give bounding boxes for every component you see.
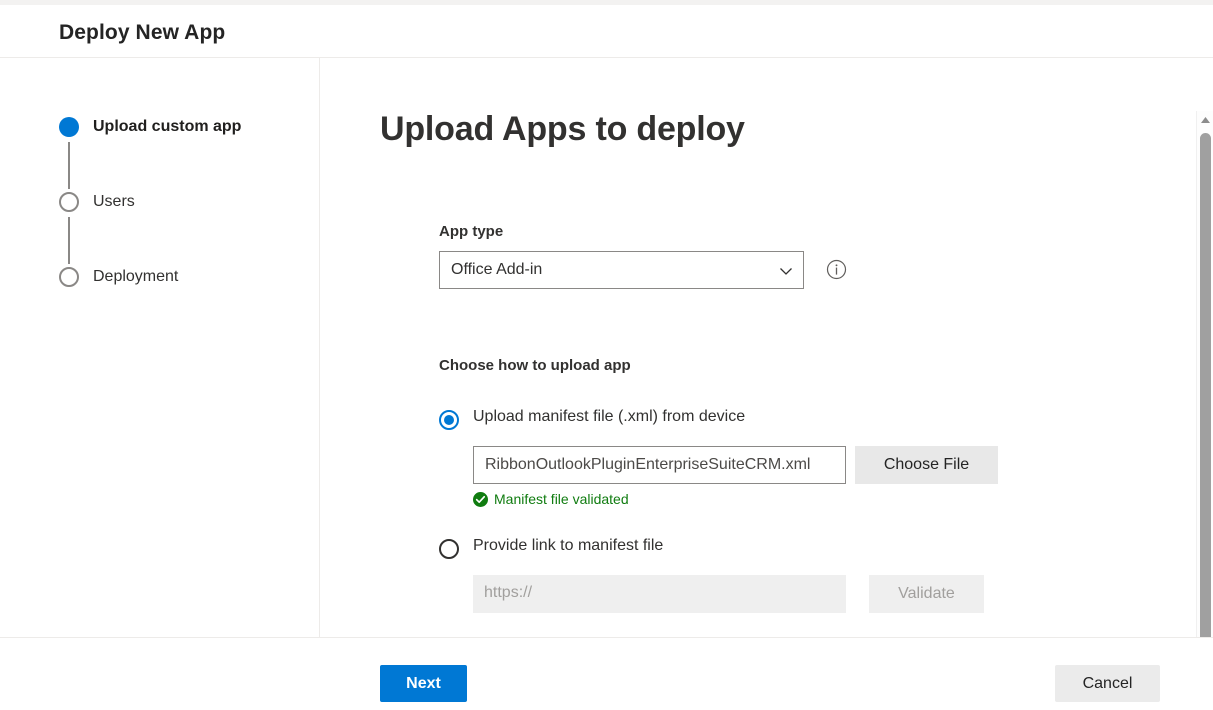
wizard-stepper: Upload custom app Users Deployment — [59, 114, 299, 294]
dialog-footer: Next Cancel — [0, 637, 1213, 710]
manifest-validation-text: Manifest file validated — [494, 491, 629, 507]
dialog-body: Upload custom app Users Deployment Uploa… — [0, 58, 1213, 690]
deploy-new-app-dialog: Deploy New App Upload custom app Users D… — [0, 5, 1213, 710]
step-marker-inactive-icon — [59, 267, 79, 287]
wizard-main-pane: Upload Apps to deploy App type Office Ad… — [321, 58, 1213, 637]
step-upload-custom-app[interactable]: Upload custom app — [59, 114, 299, 189]
dialog-header: Deploy New App — [0, 5, 1213, 58]
info-circle-icon[interactable] — [826, 259, 847, 280]
app-type-selected-value: Office Add-in — [451, 261, 543, 278]
check-circle-icon — [473, 492, 488, 507]
main-heading: Upload Apps to deploy — [380, 110, 745, 148]
radio-label: Provide link to manifest file — [473, 537, 664, 554]
radio-label: Upload manifest file (.xml) from device — [473, 408, 746, 425]
step-connector-line — [68, 142, 70, 189]
step-connector-line — [68, 217, 70, 264]
validate-url-button[interactable]: Validate — [869, 575, 984, 613]
step-label: Users — [93, 193, 135, 210]
step-users[interactable]: Users — [59, 189, 299, 264]
next-button[interactable]: Next — [380, 665, 467, 702]
app-type-dropdown[interactable]: Office Add-in — [439, 251, 804, 289]
app-type-label: App type — [439, 223, 504, 240]
scrollbar-thumb[interactable] — [1200, 133, 1211, 663]
step-marker-inactive-icon — [59, 192, 79, 212]
choose-file-button[interactable]: Choose File — [855, 446, 998, 484]
manifest-file-name-value: RibbonOutlookPluginEnterpriseSuiteCRM.xm… — [485, 456, 811, 473]
upload-method-label: Choose how to upload app — [439, 357, 631, 374]
caret-up-icon[interactable] — [1197, 111, 1213, 128]
chevron-down-icon — [779, 264, 793, 278]
page-title: Deploy New App — [59, 21, 226, 44]
vertical-scrollbar[interactable] — [1196, 111, 1213, 690]
manifest-file-name-input[interactable]: RibbonOutlookPluginEnterpriseSuiteCRM.xm… — [473, 446, 846, 484]
manifest-url-input[interactable]: https:// — [473, 575, 846, 613]
cancel-button[interactable]: Cancel — [1055, 665, 1160, 702]
radio-unselected-icon — [439, 539, 459, 559]
step-label: Upload custom app — [93, 118, 242, 135]
manifest-url-placeholder: https:// — [484, 584, 533, 601]
step-marker-active-icon — [59, 117, 79, 137]
step-label: Deployment — [93, 268, 179, 285]
wizard-sidebar: Upload custom app Users Deployment — [0, 58, 320, 637]
step-deployment[interactable]: Deployment — [59, 264, 299, 294]
radio-selected-icon — [439, 410, 459, 430]
